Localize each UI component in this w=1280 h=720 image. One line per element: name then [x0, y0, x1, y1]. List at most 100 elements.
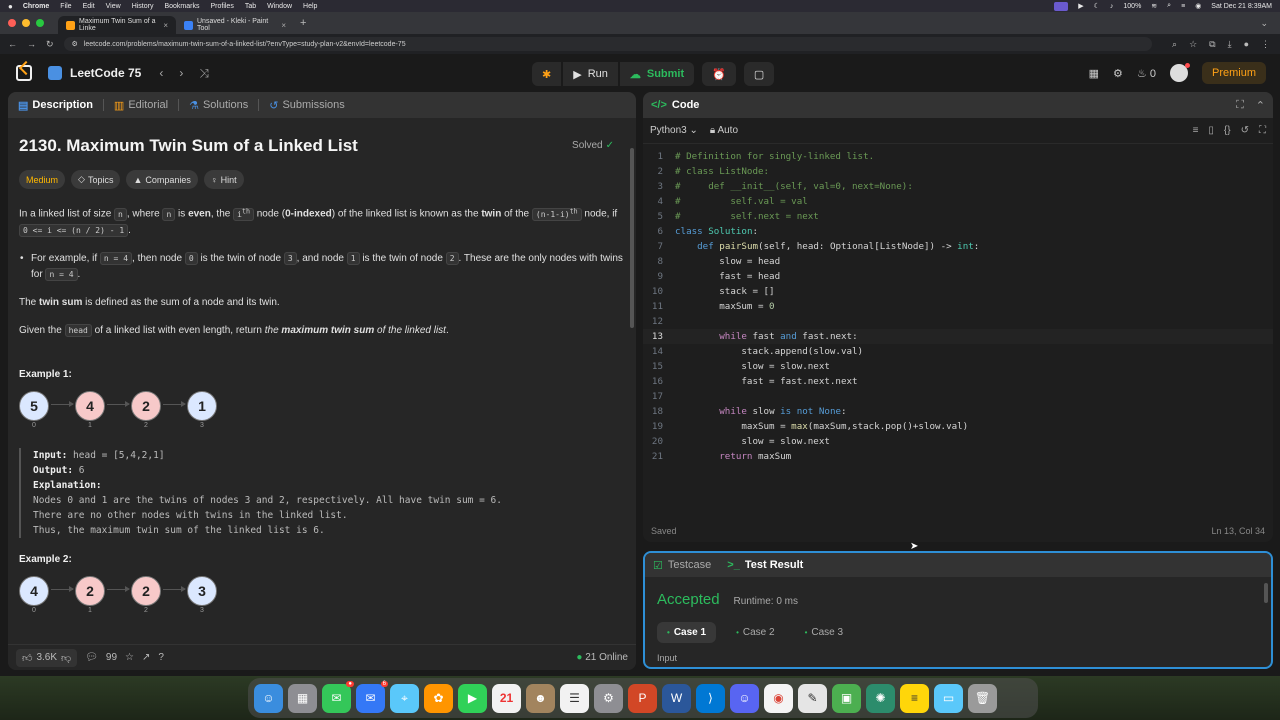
- bookmark-icon[interactable]: ▯: [1208, 125, 1214, 136]
- menu-profiles[interactable]: Profiles: [210, 3, 233, 10]
- chrome-icon[interactable]: ◉: [764, 683, 793, 713]
- vscode-icon[interactable]: ⟩: [696, 683, 725, 713]
- siri-icon[interactable]: ◉: [1195, 2, 1201, 10]
- user-avatar[interactable]: [1169, 63, 1190, 82]
- menu-edit[interactable]: Edit: [83, 3, 95, 10]
- calendar-icon[interactable]: 21: [492, 683, 521, 713]
- layout-grid-icon[interactable]: ▦: [1089, 67, 1099, 80]
- debug-button[interactable]: ✱: [532, 62, 562, 86]
- minecraft-icon[interactable]: ▣: [832, 683, 861, 713]
- notes-button[interactable]: ▢: [743, 62, 775, 86]
- tab-search-chevron-icon[interactable]: ⌄: [1260, 18, 1268, 29]
- maximize-icon[interactable]: ⛶: [1236, 99, 1244, 112]
- share-icon[interactable]: ↗: [142, 652, 150, 663]
- favorite-star-icon[interactable]: ☆: [125, 652, 134, 663]
- back-icon[interactable]: ←: [8, 39, 17, 49]
- menubar-clock[interactable]: Sat Dec 21 8:39AM: [1211, 3, 1272, 10]
- powerpoint-icon[interactable]: P: [628, 683, 657, 713]
- menu-window[interactable]: Window: [267, 3, 292, 10]
- launchpad-icon[interactable]: ▦: [288, 683, 317, 713]
- chatgpt-icon[interactable]: ✺: [866, 683, 895, 713]
- messages-icon[interactable]: ✉ ●: [322, 680, 354, 713]
- word-icon[interactable]: W: [662, 683, 691, 713]
- browser-tab-leetcode[interactable]: Maximum Twin Sum of a Linke ×: [58, 16, 176, 34]
- play-icon[interactable]: ▶: [1078, 2, 1083, 10]
- case-1-tab[interactable]: • Case 1: [657, 622, 717, 643]
- tab-editorial[interactable]: ▥ Editorial: [114, 99, 168, 112]
- reminders-icon[interactable]: ☰: [560, 683, 589, 713]
- topics-tag[interactable]: ◇ Topics: [71, 170, 121, 189]
- reset-icon[interactable]: ↺: [1241, 125, 1249, 136]
- chrome-menu-icon[interactable]: ⋮: [1261, 39, 1270, 50]
- tab-testcase[interactable]: ☑ Testcase: [653, 559, 711, 572]
- tab-description[interactable]: ▤ Description: [18, 99, 93, 112]
- submit-button[interactable]: ☁ Submit: [619, 62, 695, 86]
- format-lines-icon[interactable]: ≡: [1193, 125, 1199, 136]
- wifi-icon[interactable]: ≋: [1151, 2, 1157, 10]
- contacts-icon[interactable]: ☻: [526, 683, 555, 713]
- forward-icon[interactable]: →: [27, 39, 36, 49]
- menu-chrome[interactable]: Chrome: [23, 3, 49, 10]
- photos-icon[interactable]: ✿: [424, 683, 453, 713]
- code-editor[interactable]: 1 # Definition for singly-linked list. 2 #…: [643, 144, 1273, 464]
- collapse-chevron-icon[interactable]: ⌃: [1256, 99, 1265, 112]
- premium-button[interactable]: Premium: [1201, 62, 1266, 84]
- mail-icon[interactable]: ✉ 6: [356, 680, 388, 713]
- problem-list-link[interactable]: LeetCode 75: [48, 66, 141, 80]
- run-button[interactable]: ▶ Run: [563, 62, 618, 86]
- system-settings-icon[interactable]: ⚙: [594, 683, 623, 713]
- thumbs-up-icon[interactable]: 👍︎: [22, 652, 32, 664]
- tab-test-result[interactable]: >_ Test Result: [727, 559, 803, 571]
- thumbs-down-icon[interactable]: 👎︎: [61, 652, 71, 664]
- downloads-folder-icon[interactable]: ▭: [934, 683, 963, 713]
- maximize-window-button[interactable]: [36, 19, 44, 27]
- shuffle-icon[interactable]: ⤨: [199, 66, 209, 81]
- braces-icon[interactable]: {}: [1224, 125, 1231, 136]
- case-3-tab[interactable]: • Case 3: [795, 622, 854, 643]
- description-scrollbar[interactable]: [630, 148, 634, 328]
- bookmark-star-icon[interactable]: ☆: [1189, 39, 1197, 50]
- finder-icon[interactable]: ☺: [254, 683, 283, 713]
- case-2-tab[interactable]: • Case 2: [726, 622, 785, 643]
- maps-icon[interactable]: ⌖: [390, 683, 419, 713]
- zoom-icon[interactable]: ⌕: [1172, 39, 1177, 50]
- close-tab-icon[interactable]: ×: [281, 21, 286, 30]
- site-info-icon[interactable]: ⚙: [72, 40, 78, 48]
- focus-moon-icon[interactable]: ☾: [1094, 2, 1100, 10]
- comment-count[interactable]: 99: [106, 652, 117, 663]
- control-center-icon[interactable]: ≡: [1181, 3, 1185, 10]
- result-scrollbar[interactable]: [1264, 583, 1268, 603]
- download-icon[interactable]: ⤓: [1228, 39, 1232, 50]
- trash-icon[interactable]: 🗑︎: [968, 683, 997, 713]
- tab-solutions[interactable]: ⚗ Solutions: [189, 99, 248, 112]
- streak-counter[interactable]: ♨ 0: [1137, 67, 1156, 80]
- timer-button[interactable]: ⏰: [702, 62, 736, 86]
- screen-record-icon[interactable]: [1054, 1, 1069, 11]
- leetcode-logo-icon[interactable]: [16, 65, 32, 81]
- menu-file[interactable]: File: [60, 3, 71, 10]
- fullscreen-icon[interactable]: ⛶: [1259, 125, 1266, 136]
- menu-help[interactable]: Help: [303, 3, 317, 10]
- language-select[interactable]: Python3 ⌄: [650, 125, 698, 136]
- companies-tag[interactable]: ▲ Companies: [126, 170, 198, 189]
- discord-icon[interactable]: ☺: [730, 683, 759, 713]
- problem-title[interactable]: 2130. Maximum Twin Sum of a Linked List: [19, 136, 625, 156]
- prev-problem-icon[interactable]: ‹: [159, 66, 163, 81]
- new-tab-icon[interactable]: +: [300, 17, 306, 29]
- settings-gear-icon[interactable]: ⚙: [1113, 67, 1123, 80]
- address-bar[interactable]: ⚙ leetcode.com/problems/maximum-twin-sum…: [63, 37, 1153, 51]
- facetime-icon[interactable]: ▶: [458, 683, 487, 713]
- menu-tab[interactable]: Tab: [245, 3, 256, 10]
- apple-icon[interactable]: ●: [8, 2, 13, 11]
- preview-icon[interactable]: ✎: [798, 683, 827, 713]
- hint-tag[interactable]: ♀ Hint: [203, 170, 244, 189]
- close-tab-icon[interactable]: ×: [163, 21, 168, 30]
- menu-view[interactable]: View: [106, 3, 121, 10]
- reload-icon[interactable]: ↻: [46, 39, 54, 50]
- next-problem-icon[interactable]: ›: [179, 66, 183, 81]
- search-icon[interactable]: ⌕: [1167, 2, 1171, 10]
- menu-bookmarks[interactable]: Bookmarks: [164, 3, 199, 10]
- minimize-window-button[interactable]: [22, 19, 30, 27]
- tab-submissions[interactable]: ↺ Submissions: [269, 99, 345, 112]
- extensions-icon[interactable]: ⧉: [1209, 39, 1215, 50]
